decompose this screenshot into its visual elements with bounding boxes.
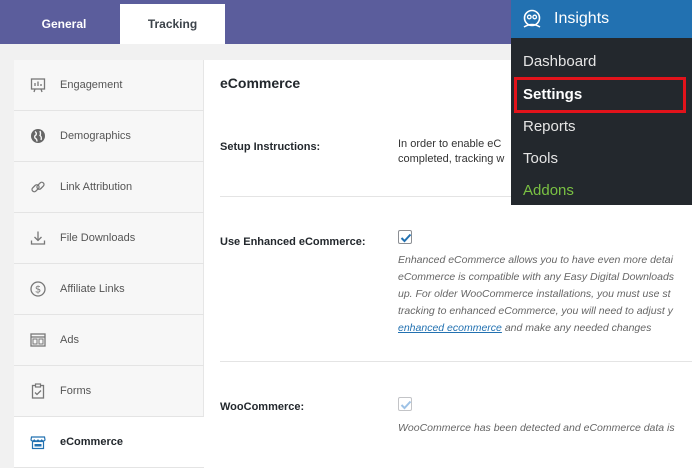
checkmark-icon bbox=[400, 400, 412, 410]
link-icon bbox=[28, 177, 48, 197]
sidebar-item-ads[interactable]: Ads bbox=[14, 315, 204, 366]
woocommerce-label: WooCommerce: bbox=[220, 401, 305, 413]
description-line: up. For older WooCommerce installations,… bbox=[398, 288, 671, 300]
download-icon bbox=[28, 228, 48, 248]
description-line: eCommerce is compatible with any Easy Di… bbox=[398, 271, 675, 283]
menu-item-addons[interactable]: Addons bbox=[523, 182, 574, 199]
sidebar-item-forms[interactable]: Forms bbox=[14, 366, 204, 417]
ads-icon bbox=[28, 330, 48, 350]
woocommerce-checkbox[interactable] bbox=[398, 397, 412, 411]
globe-icon bbox=[28, 126, 48, 146]
sidebar-item-engagement[interactable]: Engagement bbox=[14, 60, 204, 111]
insights-logo-icon bbox=[520, 7, 544, 31]
enhanced-ecommerce-checkbox[interactable] bbox=[398, 230, 412, 244]
sidebar-item-link-attribution[interactable]: Link Attribution bbox=[14, 162, 204, 213]
menu-item-tools[interactable]: Tools bbox=[523, 150, 558, 167]
dollar-icon: $ bbox=[28, 279, 48, 299]
svg-text:$: $ bbox=[35, 285, 41, 296]
divider bbox=[220, 361, 692, 362]
sidebar-item-label: Engagement bbox=[60, 79, 123, 91]
sidebar-item-demographics[interactable]: Demographics bbox=[14, 111, 204, 162]
sidebar-item-affiliate-links[interactable]: $ Affiliate Links bbox=[14, 264, 204, 315]
settings-highlight-box bbox=[514, 77, 686, 113]
section-title: eCommerce bbox=[220, 75, 301, 91]
store-icon bbox=[28, 432, 48, 452]
sidebar-item-label: Ads bbox=[60, 334, 79, 346]
sidebar-item-label: eCommerce bbox=[60, 436, 123, 448]
woocommerce-description: WooCommerce has been detected and eComme… bbox=[398, 422, 675, 434]
menu-item-reports[interactable]: Reports bbox=[523, 118, 576, 135]
insights-menu-header[interactable]: Insights bbox=[511, 0, 692, 38]
clipboard-icon bbox=[28, 381, 48, 401]
sidebar-item-label: Demographics bbox=[60, 130, 131, 142]
tracking-sidebar: Engagement Demographics Link Attribution… bbox=[14, 60, 204, 468]
sidebar-item-ecommerce[interactable]: eCommerce bbox=[14, 417, 204, 468]
sidebar-item-label: Affiliate Links bbox=[60, 283, 125, 295]
description-line: tracking to enhanced eCommerce, you will… bbox=[398, 305, 673, 317]
checkmark-icon bbox=[400, 233, 412, 243]
description-line: enhanced ecommerce and make any needed c… bbox=[398, 320, 692, 337]
tab-general[interactable]: General bbox=[8, 4, 120, 44]
sidebar-item-label: Forms bbox=[60, 385, 92, 397]
setup-instructions-label: Setup Instructions: bbox=[220, 141, 321, 153]
sidebar-item-label: Link Attribution bbox=[60, 181, 133, 193]
sidebar-item-label: File Downloads bbox=[60, 232, 136, 244]
enhanced-ecommerce-description: Enhanced eCommerce allows you to have ev… bbox=[398, 252, 692, 337]
tab-tracking[interactable]: Tracking bbox=[120, 4, 225, 44]
menu-item-dashboard[interactable]: Dashboard bbox=[523, 53, 596, 70]
enhanced-ecommerce-label: Use Enhanced eCommerce: bbox=[220, 236, 366, 248]
sidebar-item-file-downloads[interactable]: File Downloads bbox=[14, 213, 204, 264]
enhanced-ecommerce-link[interactable]: enhanced ecommerce bbox=[398, 322, 502, 334]
description-line: Enhanced eCommerce allows you to have ev… bbox=[398, 254, 673, 266]
engagement-icon bbox=[28, 75, 48, 95]
description-link-suffix: and make any needed changes bbox=[501, 322, 652, 334]
insights-menu-title: Insights bbox=[554, 10, 610, 27]
